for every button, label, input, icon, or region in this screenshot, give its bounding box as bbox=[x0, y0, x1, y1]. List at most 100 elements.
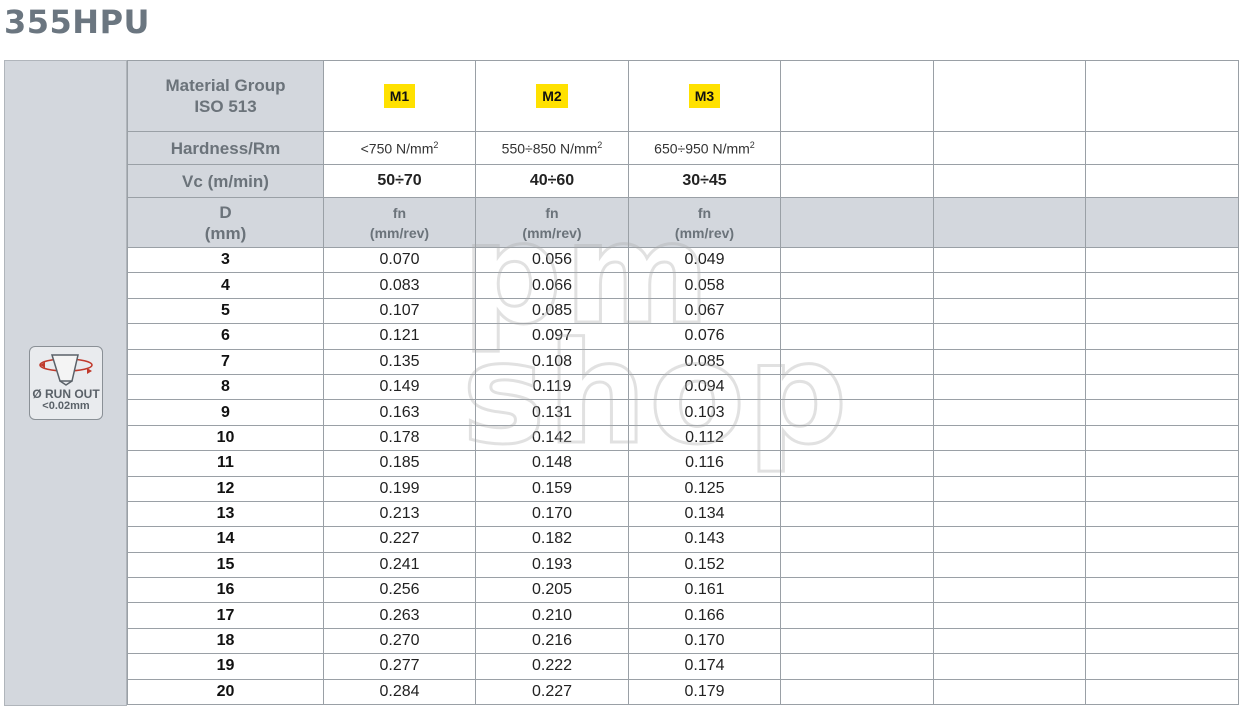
runout-label: Ø RUN OUT bbox=[32, 387, 100, 401]
fn-m1-cell: 0.213 bbox=[323, 500, 476, 528]
empty-cell bbox=[933, 551, 1086, 579]
hardness-header: Hardness/Rm bbox=[127, 131, 324, 165]
empty-cell bbox=[933, 602, 1086, 629]
table-row: 8 0.149 0.119 0.094 bbox=[127, 373, 1239, 401]
diameter-cell: 6 bbox=[127, 323, 324, 350]
fn-m3-cell: 0.161 bbox=[628, 577, 781, 604]
fn-m3-cell: 0.166 bbox=[628, 602, 781, 629]
fn-m3-cell: 0.116 bbox=[628, 450, 781, 477]
empty-cell bbox=[1085, 450, 1239, 477]
fn-m3-cell: 0.174 bbox=[628, 653, 781, 680]
diameter-cell: 10 bbox=[127, 424, 324, 452]
fn-m3-cell: 0.085 bbox=[628, 348, 781, 375]
table-row: 7 0.135 0.108 0.085 bbox=[127, 348, 1239, 375]
group-badge: M3 bbox=[688, 84, 721, 108]
table-row: 10 0.178 0.142 0.112 bbox=[127, 424, 1239, 452]
material-group-row: Material Group ISO 513 M1 M2 M3 bbox=[127, 60, 1239, 132]
diameter-cell: 8 bbox=[127, 373, 324, 401]
fn-m2-cell: 0.066 bbox=[475, 272, 629, 299]
table-row: 13 0.213 0.170 0.134 bbox=[127, 500, 1239, 528]
empty-cell bbox=[780, 653, 934, 680]
fn-header-m3: fn (mm/rev) bbox=[628, 197, 781, 248]
table-row: 4 0.083 0.066 0.058 bbox=[127, 272, 1239, 299]
table-row: 18 0.270 0.216 0.170 bbox=[127, 627, 1239, 655]
hardness-m2: 550÷850 N/mm2 bbox=[475, 131, 629, 165]
empty-cell bbox=[933, 399, 1086, 426]
diameter-cell: 3 bbox=[127, 246, 324, 274]
fn-m3-cell: 0.125 bbox=[628, 475, 781, 502]
group-badge: M2 bbox=[536, 84, 568, 108]
empty-cell bbox=[780, 475, 934, 502]
empty-cell bbox=[1085, 526, 1239, 553]
fn-m3-cell: 0.170 bbox=[628, 627, 781, 655]
fn-m1-cell: 0.263 bbox=[323, 602, 476, 629]
diameter-cell: 19 bbox=[127, 653, 324, 680]
empty-cell bbox=[933, 678, 1086, 706]
fn-m3-cell: 0.076 bbox=[628, 323, 781, 350]
fn-m3-cell: 0.143 bbox=[628, 526, 781, 553]
empty-cell bbox=[780, 602, 934, 629]
vc-m1: 50÷70 bbox=[323, 164, 476, 198]
table-row: 14 0.227 0.182 0.143 bbox=[127, 526, 1239, 553]
fn-m2-cell: 0.182 bbox=[475, 526, 629, 553]
empty-cell bbox=[780, 424, 934, 452]
table-row: 20 0.284 0.227 0.179 bbox=[127, 678, 1239, 706]
fn-m2-cell: 0.193 bbox=[475, 551, 629, 579]
empty-cell bbox=[933, 373, 1086, 401]
fn-m1-cell: 0.277 bbox=[323, 653, 476, 680]
fn-m1-cell: 0.083 bbox=[323, 272, 476, 299]
diameter-cell: 17 bbox=[127, 602, 324, 629]
empty-cell bbox=[780, 551, 934, 579]
empty-cell bbox=[933, 627, 1086, 655]
fn-m1-cell: 0.149 bbox=[323, 373, 476, 401]
fn-m2-cell: 0.170 bbox=[475, 500, 629, 528]
fn-m3-cell: 0.058 bbox=[628, 272, 781, 299]
fn-m1-cell: 0.070 bbox=[323, 246, 476, 274]
runout-badge: Ø RUN OUT <0.02mm bbox=[29, 346, 103, 420]
diameter-cell: 15 bbox=[127, 551, 324, 579]
group-badge: M1 bbox=[383, 84, 416, 108]
empty-cell bbox=[1085, 424, 1239, 452]
diameter-cell: 14 bbox=[127, 526, 324, 553]
fn-m3-cell: 0.179 bbox=[628, 678, 781, 706]
fn-m2-cell: 0.131 bbox=[475, 399, 629, 426]
empty-cell bbox=[1085, 678, 1239, 706]
runout-tolerance: <0.02mm bbox=[42, 400, 90, 412]
fn-m2-cell: 0.159 bbox=[475, 475, 629, 502]
fn-m2-cell: 0.210 bbox=[475, 602, 629, 629]
fn-m2-cell: 0.205 bbox=[475, 577, 629, 604]
fn-m3-cell: 0.049 bbox=[628, 246, 781, 274]
group-m3-cell: M3 bbox=[628, 60, 781, 132]
table-row: 6 0.121 0.097 0.076 bbox=[127, 323, 1239, 350]
column-unit-row: D (mm) fn (mm/rev) fn (mm/rev) fn (mm/rev) bbox=[127, 197, 1239, 248]
fn-m1-cell: 0.185 bbox=[323, 450, 476, 477]
table-row: 12 0.199 0.159 0.125 bbox=[127, 475, 1239, 502]
table-row: 17 0.263 0.210 0.166 bbox=[127, 602, 1239, 629]
fn-m2-cell: 0.142 bbox=[475, 424, 629, 452]
page-title: 355HPU bbox=[4, 3, 151, 41]
empty-cell bbox=[1085, 500, 1239, 528]
fn-m2-cell: 0.056 bbox=[475, 246, 629, 274]
empty-cell bbox=[1085, 475, 1239, 502]
fn-m3-cell: 0.067 bbox=[628, 297, 781, 325]
table-row: 15 0.241 0.193 0.152 bbox=[127, 551, 1239, 579]
fn-m3-cell: 0.152 bbox=[628, 551, 781, 579]
diameter-cell: 13 bbox=[127, 500, 324, 528]
empty-cell bbox=[933, 348, 1086, 375]
fn-m1-cell: 0.163 bbox=[323, 399, 476, 426]
fn-m3-cell: 0.112 bbox=[628, 424, 781, 452]
diameter-cell: 7 bbox=[127, 348, 324, 375]
empty-cell bbox=[1085, 297, 1239, 325]
fn-m1-cell: 0.270 bbox=[323, 627, 476, 655]
empty-cell bbox=[1085, 653, 1239, 680]
table-row: 19 0.277 0.222 0.174 bbox=[127, 653, 1239, 680]
diameter-cell: 5 bbox=[127, 297, 324, 325]
material-group-header: Material Group ISO 513 bbox=[127, 60, 324, 132]
empty-cell bbox=[933, 475, 1086, 502]
diameter-cell: 11 bbox=[127, 450, 324, 477]
fn-m1-cell: 0.256 bbox=[323, 577, 476, 604]
empty-cell bbox=[933, 323, 1086, 350]
empty-cell bbox=[780, 577, 934, 604]
vc-header: Vc (m/min) bbox=[127, 164, 324, 198]
fn-header-m1: fn (mm/rev) bbox=[323, 197, 476, 248]
